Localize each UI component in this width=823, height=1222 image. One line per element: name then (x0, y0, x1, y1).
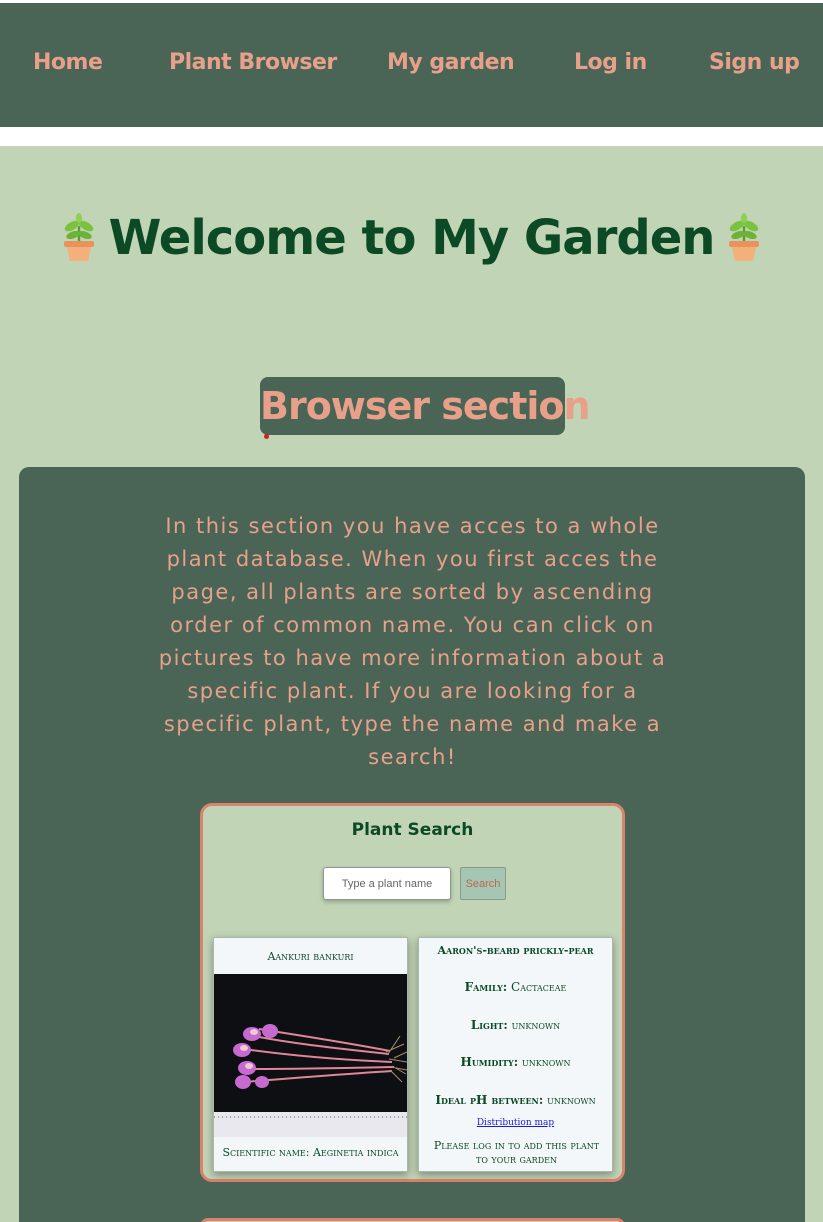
section-description: In this section you have acces to a whol… (158, 514, 667, 769)
plant-scientific-name: Scientific name: Aeginetia indica (222, 1146, 399, 1159)
family-value: Cactaceae (511, 980, 567, 994)
page-title: Welcome to My Garden (0, 210, 823, 266)
nav-home-link[interactable]: Home (33, 50, 103, 75)
nav-sign-up-link[interactable]: Sign up (709, 50, 800, 75)
plant-light: Light: unknown (419, 1018, 612, 1032)
plant-family: Family: Cactaceae (419, 980, 612, 994)
nav-my-garden-link[interactable]: My garden (387, 50, 515, 75)
plant-ph: Ideal pH between: unknown (419, 1093, 612, 1107)
cursor-dot (264, 434, 269, 439)
plant-card-front[interactable]: Aankuri bankuri Scientific name: Aeginet… (213, 937, 408, 1172)
nav-log-in-link[interactable]: Log in (574, 50, 647, 75)
potted-plant-icon (729, 213, 760, 261)
search-input[interactable] (323, 867, 451, 900)
nav-divider (0, 127, 823, 146)
section-badge: Browser section (260, 377, 591, 435)
login-note: Please log in to add this plant to your … (433, 1139, 600, 1166)
humidity-value: unknown (522, 1055, 571, 1069)
light-value: unknown (511, 1018, 561, 1032)
page-title-text: Welcome to My Garden (108, 210, 716, 266)
search-title: Plant Search (351, 820, 474, 840)
navbar: Home Plant Browser My garden Log in Sign… (0, 3, 823, 127)
search-button[interactable]: Search (460, 867, 506, 900)
plant-photo[interactable] (214, 974, 407, 1137)
plant-humidity: Humidity: unknown (419, 1055, 612, 1069)
potted-plant-icon (63, 213, 94, 261)
humidity-label: Humidity: (460, 1055, 519, 1069)
distribution-map-link[interactable]: Distribution map (419, 1118, 612, 1128)
nav-plant-browser-link[interactable]: Plant Browser (169, 50, 337, 75)
ph-value: unknown (547, 1093, 596, 1107)
plant-search-card: Plant Search Search Aankuri bankuri (200, 803, 625, 1182)
family-label: Family: (464, 980, 508, 994)
plant-card-back[interactable]: Aaron's-beard prickly-pear Family: Cacta… (418, 937, 613, 1172)
light-label: Light: (470, 1018, 508, 1032)
next-search-card (200, 1218, 625, 1222)
plant-common-name: Aankuri bankuri (267, 950, 354, 963)
plant-back-name: Aaron's-beard prickly-pear (437, 944, 594, 957)
ph-label: Ideal pH between: (435, 1093, 544, 1107)
